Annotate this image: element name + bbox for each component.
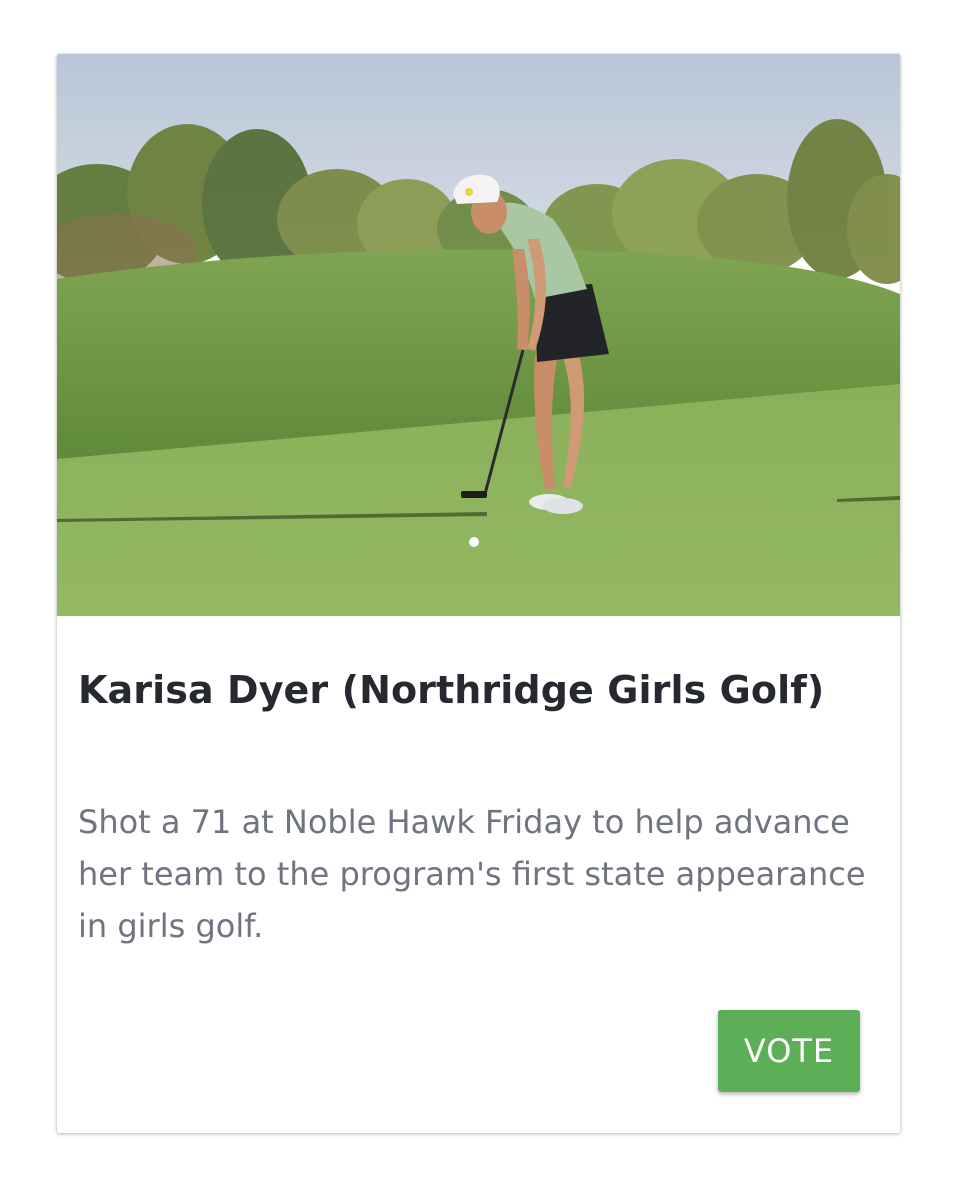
vote-button[interactable]: VOTE (718, 1010, 860, 1092)
golfer-photo (57, 54, 900, 616)
nominee-title: Karisa Dyer (Northridge Girls Golf) (78, 668, 825, 712)
nominee-description: Shot a 71 at Noble Hawk Friday to help a… (78, 803, 866, 945)
nominee-card: Karisa Dyer (Northridge Girls Golf) Shot… (57, 54, 900, 1133)
